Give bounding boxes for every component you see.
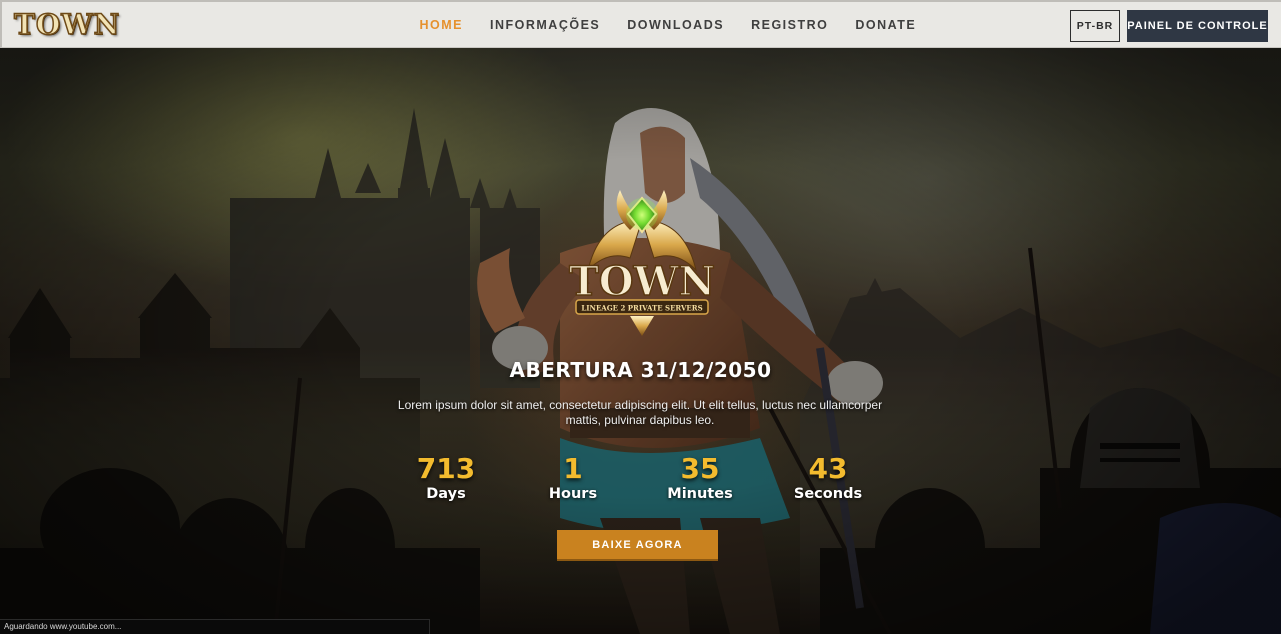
countdown-seconds-value: 43 — [808, 452, 848, 485]
countdown-hours-label: Hours — [548, 486, 598, 502]
navbar: TOWN HOME INFORMAÇÕES DOWNLOADS REGISTRO… — [0, 0, 1281, 48]
countdown-hours: 1 Hours — [513, 453, 633, 503]
opening-date-title: ABERTURA 31/12/2050 — [509, 358, 772, 382]
crest-subtitle: LINEAGE 2 PRIVATE SERVERS — [581, 304, 702, 313]
town-crest-logo: TOWN LINEAGE 2 PRIVATE SERVERS — [568, 190, 716, 336]
nav-link-home[interactable]: HOME — [406, 18, 477, 32]
countdown-timer: 713 Days 1 Hours 35 Minutes 43 Seconds — [0, 453, 1281, 513]
nav-link-informacoes[interactable]: INFORMAÇÕES — [477, 18, 614, 32]
site-logo[interactable]: TOWN — [13, 8, 120, 42]
control-panel-button[interactable]: PAINEL DE CONTROLE — [1127, 10, 1268, 42]
countdown-seconds-label: Seconds — [793, 486, 863, 502]
countdown-minutes-label: Minutes — [667, 486, 733, 502]
browser-status-bar: Aguardando www.youtube.com... — [0, 619, 430, 634]
hero-description: Lorem ipsum dolor sit amet, consectetur … — [397, 398, 883, 427]
countdown-days-label: Days — [426, 486, 466, 502]
language-selector[interactable]: PT-BR — [1070, 10, 1120, 42]
crest-title: TOWN — [569, 258, 715, 305]
countdown-days: 713 Days — [386, 453, 506, 503]
nav-link-downloads[interactable]: DOWNLOADS — [614, 18, 738, 32]
countdown-hours-value: 1 — [563, 452, 583, 485]
nav-link-donate[interactable]: DONATE — [842, 18, 930, 32]
countdown-days-value: 713 — [416, 452, 476, 485]
nav-link-registro[interactable]: REGISTRO — [738, 18, 842, 32]
hero-section: TOWN LINEAGE 2 PRIVATE SERVERS ABERTURA … — [0, 48, 1281, 634]
countdown-minutes: 35 Minutes — [640, 453, 760, 503]
download-now-button[interactable]: BAIXE AGORA — [557, 530, 718, 561]
countdown-minutes-value: 35 — [680, 452, 720, 485]
main-menu: HOME INFORMAÇÕES DOWNLOADS REGISTRO DONA… — [406, 2, 930, 48]
countdown-seconds: 43 Seconds — [768, 453, 888, 503]
